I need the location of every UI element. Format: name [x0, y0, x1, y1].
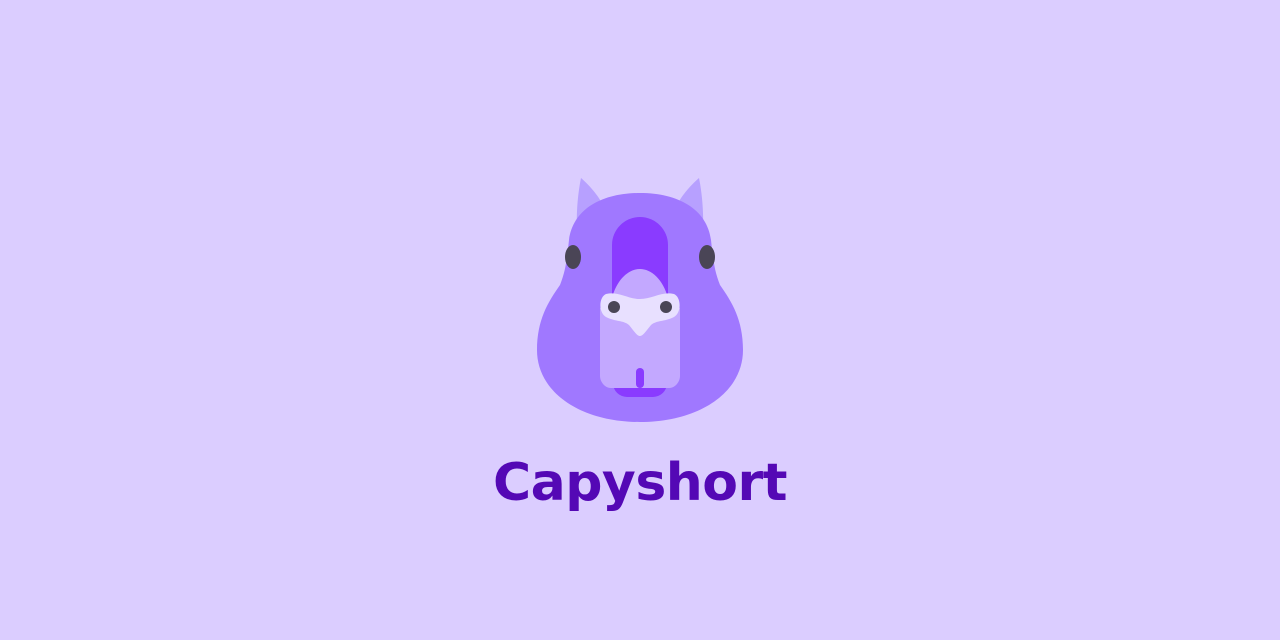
- logo: [530, 170, 750, 430]
- capybara-head-icon: [537, 178, 743, 422]
- left-eye: [565, 245, 581, 269]
- right-nostril: [660, 301, 672, 313]
- right-eye: [699, 245, 715, 269]
- brand-name: Capyshort: [492, 453, 788, 513]
- chin-line: [636, 368, 644, 388]
- splash-screen: Capyshort: [0, 0, 1280, 640]
- left-nostril: [608, 301, 620, 313]
